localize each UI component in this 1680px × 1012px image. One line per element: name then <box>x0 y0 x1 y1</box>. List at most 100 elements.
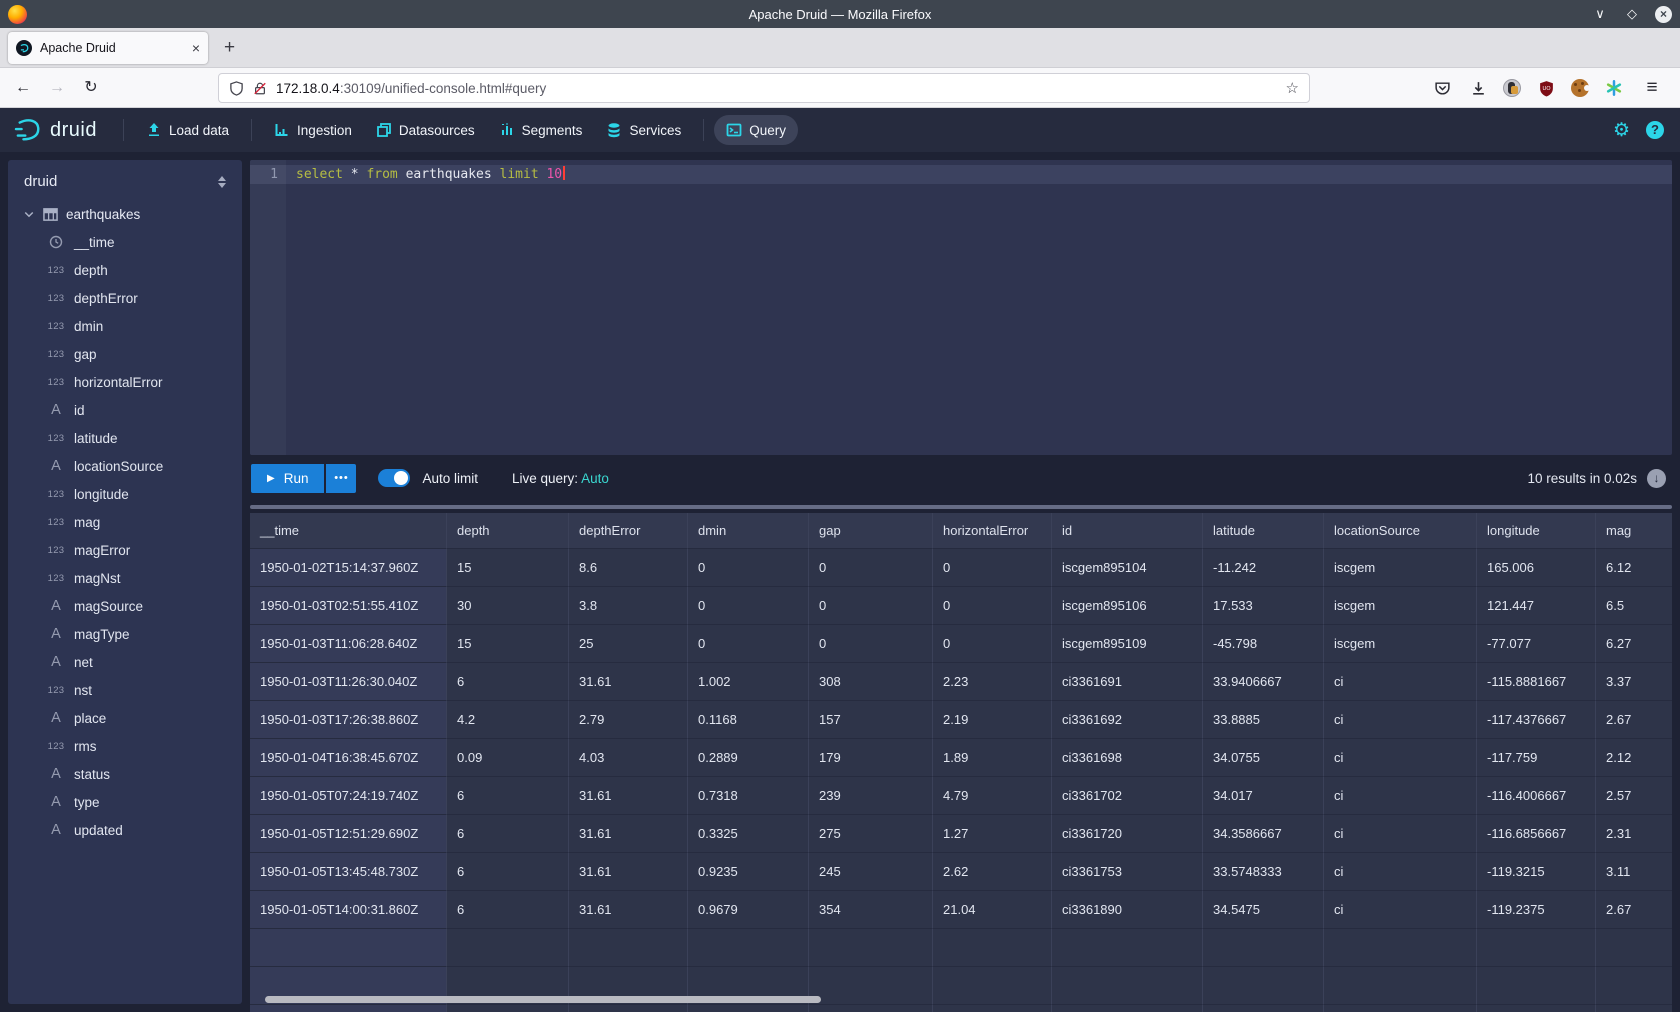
table-empty-row <box>250 929 1672 967</box>
table-cell: 0 <box>809 587 933 625</box>
gear-icon[interactable]: ⚙ <box>1613 119 1630 142</box>
url-text[interactable]: 172.18.0.4:30109/unified-console.html#qu… <box>276 81 1277 96</box>
live-query-label[interactable]: Live query: Auto <box>512 471 609 486</box>
column-header-horizontalError[interactable]: horizontalError <box>933 513 1052 549</box>
druid-logo[interactable]: druid <box>14 117 97 143</box>
double-caret-icon[interactable] <box>218 176 226 188</box>
back-button[interactable]: ← <box>10 75 36 101</box>
table-row: 1950-01-04T16:38:45.670Z0.094.030.288917… <box>250 739 1672 777</box>
downloads-icon[interactable] <box>1466 76 1490 100</box>
nav-item-query[interactable]: Query <box>714 115 798 145</box>
shield-icon[interactable] <box>229 81 244 96</box>
sidebar-column-depthError[interactable]: 123depthError <box>8 284 242 312</box>
nav-item-ingestion[interactable]: Ingestion <box>262 115 364 145</box>
sidebar-column-updated[interactable]: Aupdated <box>8 816 242 844</box>
sql-editor[interactable]: 1 select * from earthquakes limit 10 <box>250 160 1672 455</box>
column-header-depth[interactable]: depth <box>447 513 569 549</box>
column-header-depthError[interactable]: depthError <box>569 513 688 549</box>
table-cell: 1950-01-05T13:45:48.730Z <box>250 853 447 891</box>
run-more-button[interactable]: ••• <box>326 464 356 493</box>
sidebar-column-dmin[interactable]: 123dmin <box>8 312 242 340</box>
nav-item-datasources[interactable]: Datasources <box>364 115 487 145</box>
sidebar-column-id[interactable]: Aid <box>8 396 242 424</box>
chevron-down-icon[interactable] <box>23 208 35 220</box>
window-title: Apache Druid — Mozilla Firefox <box>0 7 1680 22</box>
new-tab-button[interactable]: + <box>224 37 235 59</box>
sidebar-column-gap[interactable]: 123gap <box>8 340 242 368</box>
sidebar-column-latitude[interactable]: 123latitude <box>8 424 242 452</box>
nav-item-load-data[interactable]: Load data <box>134 115 241 145</box>
table-cell: ci3361720 <box>1052 815 1203 853</box>
sidebar-column-magType[interactable]: AmagType <box>8 620 242 648</box>
tab-close-icon[interactable]: × <box>192 40 200 56</box>
table-cell <box>933 967 1052 1005</box>
sidebar-column-rms[interactable]: 123rms <box>8 732 242 760</box>
table-cell: 0.9235 <box>688 853 809 891</box>
sidebar-column-net[interactable]: Anet <box>8 648 242 676</box>
table-cell: ci <box>1324 777 1477 815</box>
column-header-mag[interactable]: mag <box>1596 513 1672 549</box>
bookmark-star-icon[interactable]: ☆ <box>1286 79 1299 97</box>
sidebar-column-mag[interactable]: 123mag <box>8 508 242 536</box>
sidebar-column-__time[interactable]: __time <box>8 228 242 256</box>
sidebar-column-magNst[interactable]: 123magNst <box>8 564 242 592</box>
live-query-value[interactable]: Auto <box>581 471 609 486</box>
lock-insecure-icon[interactable] <box>253 81 267 96</box>
druid-logo-icon <box>14 117 44 143</box>
run-button[interactable]: ▶ Run <box>251 464 324 493</box>
menu-hamburger-icon[interactable]: ≡ <box>1640 76 1664 100</box>
ublock-icon[interactable]: UO <box>1534 76 1558 100</box>
window-minimize-button[interactable]: ∨ <box>1591 6 1609 22</box>
browser-tab[interactable]: Apache Druid × <box>8 32 208 64</box>
table-cell: ci <box>1324 853 1477 891</box>
asterisk-extension-icon[interactable] <box>1602 76 1626 100</box>
sidebar-column-magSource[interactable]: AmagSource <box>8 592 242 620</box>
table-cell: 1950-01-03T11:06:28.640Z <box>250 625 447 663</box>
cookie-extension-icon[interactable] <box>1568 76 1592 100</box>
window-maximize-button[interactable]: ◇ <box>1623 6 1641 22</box>
table-cell: 34.3586667 <box>1203 815 1324 853</box>
table-cell <box>1052 967 1203 1005</box>
sidebar-column-nst[interactable]: 123nst <box>8 676 242 704</box>
string-type-icon: A <box>45 402 67 418</box>
druid-logo-text: druid <box>50 119 97 142</box>
column-header-latitude[interactable]: latitude <box>1203 513 1324 549</box>
column-header-gap[interactable]: gap <box>809 513 933 549</box>
sidebar-column-type[interactable]: Atype <box>8 788 242 816</box>
schema-name[interactable]: druid <box>24 173 57 190</box>
sidebar-column-depth[interactable]: 123depth <box>8 256 242 284</box>
download-results-icon[interactable]: ↓ <box>1647 469 1666 488</box>
url-bar[interactable]: 172.18.0.4:30109/unified-console.html#qu… <box>218 73 1310 103</box>
sidebar-column-magError[interactable]: 123magError <box>8 536 242 564</box>
sidebar-column-locationSource[interactable]: AlocationSource <box>8 452 242 480</box>
tab-bar: Apache Druid × + <box>0 28 1680 68</box>
forward-button: → <box>44 75 70 101</box>
auto-limit-toggle[interactable] <box>378 469 410 487</box>
help-icon[interactable]: ? <box>1646 121 1664 139</box>
sidebar-column-status[interactable]: Astatus <box>8 760 242 788</box>
column-header-longitude[interactable]: longitude <box>1477 513 1596 549</box>
column-header-id[interactable]: id <box>1052 513 1203 549</box>
table-cell: ci3361890 <box>1052 891 1203 929</box>
pocket-icon[interactable] <box>1430 76 1454 100</box>
sidebar-column-horizontalError[interactable]: 123horizontalError <box>8 368 242 396</box>
window-close-button[interactable]: × <box>1655 6 1672 23</box>
sidebar-column-place[interactable]: Aplace <box>8 704 242 732</box>
nav-item-segments[interactable]: Segments <box>487 115 595 145</box>
sql-query-text[interactable]: select * from earthquakes limit 10 <box>296 165 565 184</box>
panel-splitter-handle[interactable] <box>250 505 1672 509</box>
table-cell: 4.03 <box>569 739 688 777</box>
sidebar-column-longitude[interactable]: 123longitude <box>8 480 242 508</box>
reload-button[interactable]: ↻ <box>78 75 104 101</box>
extension-account-icon[interactable] <box>1500 76 1524 100</box>
sidebar-item-earthquakes[interactable]: earthquakes <box>8 200 242 228</box>
string-type-icon: A <box>45 822 67 838</box>
numeric-type-icon: 123 <box>45 741 67 752</box>
column-header-locationSource[interactable]: locationSource <box>1324 513 1477 549</box>
horizontal-scrollbar[interactable] <box>265 996 821 1003</box>
table-cell: 2.67 <box>1596 701 1672 739</box>
auto-limit-label: Auto limit <box>422 471 478 486</box>
nav-item-services[interactable]: Services <box>594 115 693 145</box>
column-header-__time[interactable]: __time <box>250 513 447 549</box>
column-header-dmin[interactable]: dmin <box>688 513 809 549</box>
